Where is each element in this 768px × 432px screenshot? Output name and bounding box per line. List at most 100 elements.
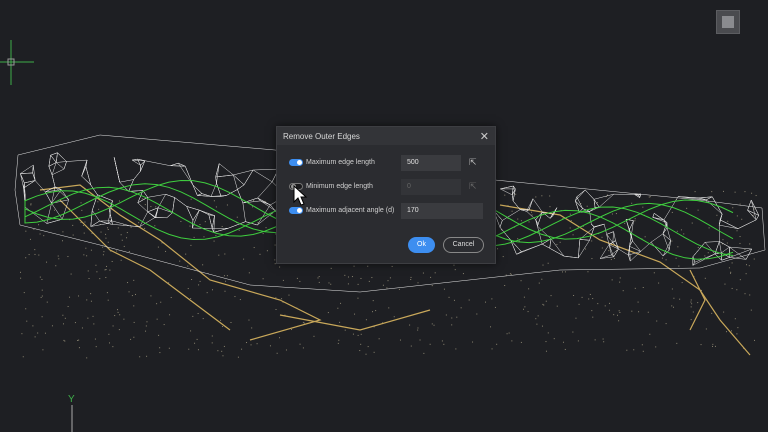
dots-mark bbox=[118, 329, 120, 331]
dots-mark bbox=[520, 341, 522, 343]
dots-mark bbox=[422, 272, 424, 274]
dots-mark bbox=[587, 271, 589, 273]
viewcube-icon[interactable] bbox=[716, 10, 740, 34]
dots-mark bbox=[146, 355, 148, 357]
dots-mark bbox=[41, 316, 43, 318]
dots-mark bbox=[25, 257, 27, 259]
close-icon[interactable]: ✕ bbox=[480, 130, 489, 143]
pick-cursor-icon[interactable]: ⇱ bbox=[469, 181, 477, 192]
dots-mark bbox=[547, 262, 549, 264]
mesh-mark bbox=[20, 173, 24, 189]
dots-mark bbox=[705, 328, 707, 330]
dots-mark bbox=[67, 256, 69, 258]
dots-mark bbox=[224, 290, 226, 292]
mesh-mark bbox=[63, 161, 67, 170]
mesh-mark bbox=[632, 240, 641, 252]
dots-mark bbox=[328, 282, 330, 284]
dots-mark bbox=[128, 250, 130, 252]
dots-mark bbox=[159, 352, 161, 354]
dots-mark bbox=[594, 339, 596, 341]
max-adjacent-angle-toggle[interactable] bbox=[289, 207, 303, 214]
mesh-mark bbox=[113, 157, 116, 161]
dots-mark bbox=[87, 270, 89, 272]
dots-mark bbox=[637, 301, 639, 303]
mesh-mark bbox=[705, 241, 720, 243]
y-axis-label: Y bbox=[68, 394, 75, 405]
dots-mark bbox=[117, 309, 119, 311]
dots-mark bbox=[538, 282, 540, 284]
dots-mark bbox=[252, 206, 254, 208]
dots-mark bbox=[180, 220, 182, 222]
dots-mark bbox=[365, 319, 367, 321]
mesh-mark bbox=[252, 169, 273, 183]
dots-mark bbox=[112, 346, 114, 348]
dots-mark bbox=[386, 287, 388, 289]
dots-mark bbox=[714, 345, 716, 347]
dots-mark bbox=[511, 210, 513, 212]
dots-mark bbox=[21, 333, 23, 335]
dots-mark bbox=[619, 281, 621, 283]
dots-mark bbox=[572, 331, 574, 333]
dots-mark bbox=[239, 299, 241, 301]
dots-mark bbox=[78, 339, 80, 341]
mesh-mark bbox=[650, 233, 664, 243]
dots-mark bbox=[111, 260, 113, 262]
cancel-button[interactable]: Cancel bbox=[443, 237, 484, 253]
mesh-mark bbox=[85, 166, 91, 185]
dots-mark bbox=[126, 237, 128, 239]
dots-mark bbox=[163, 324, 165, 326]
dots-mark bbox=[642, 206, 644, 208]
dots-mark bbox=[690, 319, 692, 321]
dots-mark bbox=[359, 350, 361, 352]
dots-mark bbox=[430, 276, 432, 278]
dots-mark bbox=[388, 307, 390, 309]
dots-mark bbox=[130, 226, 132, 228]
mesh-mark bbox=[578, 240, 590, 259]
dots-mark bbox=[671, 288, 673, 290]
ok-button[interactable]: Ok bbox=[408, 237, 435, 253]
dots-mark bbox=[722, 190, 724, 192]
mesh-mark bbox=[199, 209, 215, 216]
dots-mark bbox=[649, 196, 651, 198]
dots-mark bbox=[460, 307, 462, 309]
mesh-mark bbox=[257, 197, 271, 206]
dots-mark bbox=[417, 329, 419, 331]
max-edge-length-toggle[interactable] bbox=[289, 159, 303, 166]
mesh-mark bbox=[237, 184, 245, 190]
dots-mark bbox=[510, 273, 512, 275]
min-edge-length-input[interactable]: 0 bbox=[401, 179, 461, 195]
dialog-header: Remove Outer Edges ✕ bbox=[277, 127, 495, 145]
dots-mark bbox=[299, 280, 301, 282]
mesh-mark bbox=[542, 243, 550, 249]
dots-mark bbox=[451, 324, 453, 326]
dots-mark bbox=[351, 276, 353, 278]
dots-mark bbox=[191, 279, 193, 281]
dots-mark bbox=[226, 204, 228, 206]
dots-mark bbox=[262, 233, 264, 235]
mesh-mark bbox=[213, 227, 229, 233]
dots-mark bbox=[42, 349, 44, 351]
max-edge-length-input[interactable]: 500 bbox=[401, 155, 461, 171]
dots-mark bbox=[352, 333, 354, 335]
dots-mark bbox=[121, 239, 123, 241]
dots-mark bbox=[215, 206, 217, 208]
dots-mark bbox=[302, 321, 304, 323]
dots-mark bbox=[399, 339, 401, 341]
mesh-mark bbox=[650, 242, 664, 257]
dots-mark bbox=[367, 265, 369, 267]
mesh-mark bbox=[516, 243, 543, 255]
dots-mark bbox=[712, 343, 714, 345]
max-adjacent-angle-input[interactable]: 170 bbox=[401, 203, 483, 219]
dots-mark bbox=[648, 196, 650, 198]
mesh-mark bbox=[57, 152, 67, 162]
dots-mark bbox=[150, 206, 152, 208]
dots-mark bbox=[434, 272, 436, 274]
dots-mark bbox=[711, 191, 713, 193]
mesh-mark bbox=[721, 246, 730, 254]
mesh-mark bbox=[133, 171, 141, 180]
mesh-mark bbox=[109, 213, 113, 225]
dots-mark bbox=[116, 250, 118, 252]
pick-cursor-icon[interactable]: ⇱ bbox=[469, 157, 477, 168]
dots-mark bbox=[218, 254, 220, 256]
dots-mark bbox=[40, 296, 42, 298]
